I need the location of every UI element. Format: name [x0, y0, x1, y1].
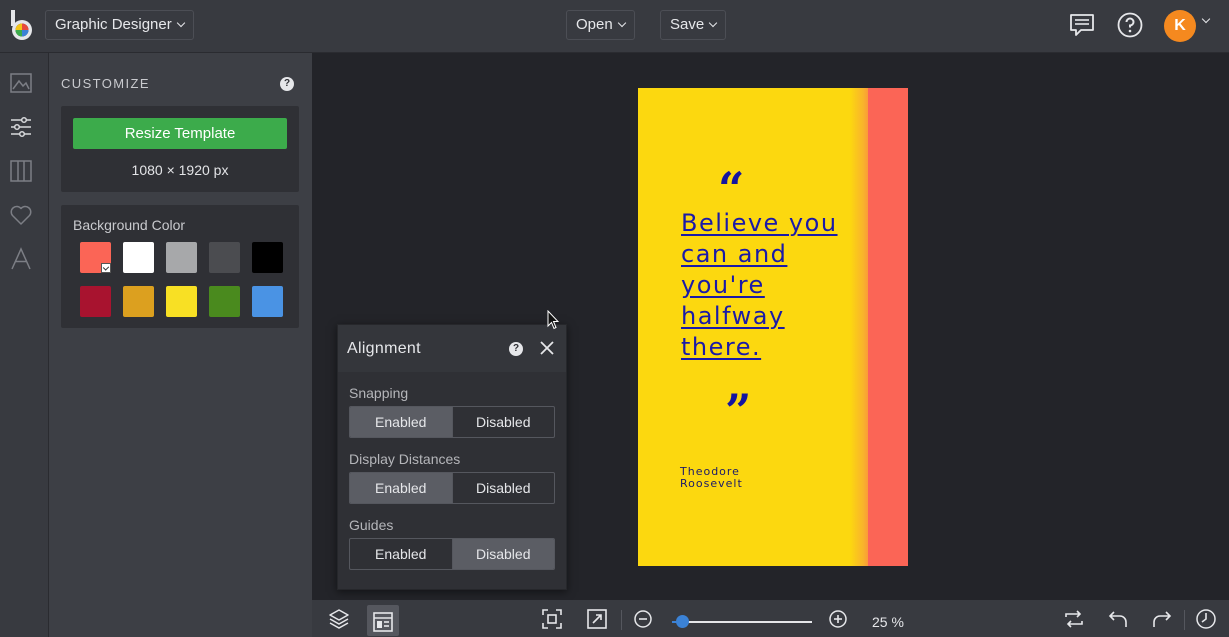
- guides-toggle: Enabled Disabled: [349, 538, 555, 570]
- help-icon[interactable]: ?: [509, 342, 523, 356]
- color-swatch[interactable]: [123, 242, 154, 273]
- zoom-in-icon[interactable]: [827, 608, 849, 630]
- top-bar: Graphic Designer Open Save K: [0, 0, 1229, 53]
- zoom-percentage[interactable]: 25 %: [872, 614, 904, 630]
- distances-enabled-button[interactable]: Enabled: [350, 473, 452, 503]
- alignment-header: Alignment ?: [338, 325, 566, 372]
- chevron-down-icon: [176, 18, 185, 28]
- alignment-panel: Alignment ? Snapping Enabled Disabled Di…: [337, 324, 567, 590]
- bottom-toolbar: 25 %: [312, 600, 1229, 637]
- heart-icon[interactable]: [9, 203, 33, 227]
- chevron-down-icon[interactable]: [1201, 14, 1211, 24]
- color-swatch[interactable]: [166, 286, 197, 317]
- guides-enabled-button[interactable]: Enabled: [350, 539, 452, 569]
- history-icon[interactable]: [1195, 608, 1217, 630]
- chevron-down-icon: [708, 18, 718, 28]
- toolbar-divider: [1184, 610, 1185, 630]
- zoom-slider-track[interactable]: [672, 621, 812, 623]
- zoom-out-icon[interactable]: [632, 608, 654, 630]
- avatar[interactable]: K: [1164, 10, 1196, 42]
- color-swatch[interactable]: [80, 242, 111, 273]
- background-color-label: Background Color: [73, 217, 186, 233]
- comment-icon[interactable]: [1069, 12, 1095, 38]
- quote-text[interactable]: Believe you can and you're halfway there…: [681, 208, 861, 363]
- image-icon[interactable]: [9, 71, 33, 95]
- app-switcher-label: Graphic Designer: [55, 16, 172, 33]
- guides-label: Guides: [349, 517, 394, 533]
- alignment-title: Alignment: [347, 340, 421, 357]
- chevron-down-icon: [617, 18, 626, 28]
- text-icon[interactable]: [9, 247, 33, 271]
- snapping-toggle: Enabled Disabled: [349, 406, 555, 438]
- columns-icon[interactable]: [9, 159, 33, 183]
- app-switcher-dropdown[interactable]: Graphic Designer: [45, 10, 194, 40]
- template-dimensions: 1080 × 1920 px: [131, 162, 229, 178]
- layout-icon[interactable]: [372, 611, 394, 633]
- author-line-2: Roosevelt: [680, 477, 743, 490]
- customize-panel: CUSTOMIZE ? Resize Template 1080 × 1920 …: [49, 53, 312, 637]
- background-color-card: Background Color: [61, 205, 299, 328]
- display-distances-toggle: Enabled Disabled: [349, 472, 555, 504]
- display-distances-label: Display Distances: [349, 451, 461, 467]
- mouse-cursor-icon: [547, 310, 559, 330]
- save-label: Save: [670, 16, 705, 33]
- snapping-enabled-button[interactable]: Enabled: [350, 407, 452, 437]
- snapping-disabled-button[interactable]: Disabled: [451, 407, 555, 437]
- selected-checkbox-icon: [101, 263, 111, 273]
- zoom-slider-handle[interactable]: [675, 615, 689, 628]
- open-label: Open: [576, 16, 613, 33]
- redo-icon[interactable]: [1151, 608, 1173, 630]
- toolbar-divider: [621, 610, 622, 630]
- open-quote-mark[interactable]: “: [718, 166, 744, 212]
- close-quote-mark[interactable]: ”: [725, 388, 751, 434]
- color-swatch[interactable]: [252, 286, 283, 317]
- snapping-label: Snapping: [349, 385, 409, 401]
- guides-disabled-button[interactable]: Disabled: [451, 539, 554, 569]
- save-dropdown[interactable]: Save: [660, 10, 727, 40]
- color-swatch[interactable]: [209, 286, 240, 317]
- open-dropdown[interactable]: Open: [566, 10, 635, 40]
- color-swatch[interactable]: [166, 242, 197, 273]
- sliders-icon[interactable]: [9, 115, 33, 139]
- help-icon[interactable]: [1117, 12, 1143, 38]
- customize-title: CUSTOMIZE: [61, 76, 150, 91]
- poster-canvas[interactable]: “ Believe you can and you're halfway the…: [638, 88, 908, 566]
- color-swatch[interactable]: [123, 286, 154, 317]
- color-swatch[interactable]: [80, 286, 111, 317]
- swap-icon[interactable]: [1063, 608, 1085, 630]
- author-name[interactable]: Theodore Roosevelt: [680, 466, 743, 490]
- layers-icon[interactable]: [328, 608, 350, 630]
- color-swatch[interactable]: [252, 242, 283, 273]
- poster-accent-strip[interactable]: [868, 88, 908, 566]
- tool-rail: [0, 53, 49, 637]
- close-icon[interactable]: [540, 340, 554, 356]
- distances-disabled-button[interactable]: Disabled: [451, 473, 555, 503]
- expand-icon[interactable]: [586, 608, 608, 630]
- color-swatch[interactable]: [209, 242, 240, 273]
- undo-icon[interactable]: [1107, 608, 1129, 630]
- app-logo-icon[interactable]: [8, 8, 36, 42]
- resize-template-button[interactable]: Resize Template: [73, 118, 287, 149]
- fit-to-screen-icon[interactable]: [541, 608, 563, 630]
- resize-card: Resize Template 1080 × 1920 px: [61, 106, 299, 192]
- help-icon[interactable]: ?: [280, 77, 294, 91]
